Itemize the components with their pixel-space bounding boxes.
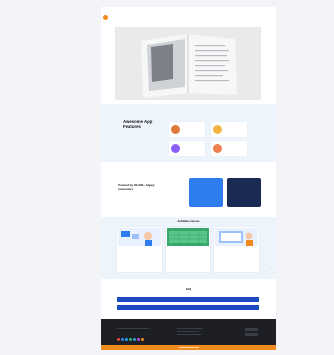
app-store-badge[interactable] [245, 328, 258, 331]
social-icon-3[interactable] [125, 338, 128, 341]
footer-link-line-1[interactable] [177, 328, 203, 329]
chevron-right-icon[interactable]: › [269, 269, 273, 273]
open-book-icon [141, 34, 237, 98]
faq-title: FAQ [185, 288, 192, 291]
course-card-3[interactable] [214, 227, 259, 272]
faq-question-2[interactable] [117, 305, 259, 310]
feature-card-2 [211, 122, 247, 137]
feature-card-3 [169, 141, 205, 156]
stat-card-2 [227, 178, 261, 207]
google-play-badge[interactable] [245, 333, 258, 336]
footer-divider [117, 328, 149, 329]
hero-image [115, 27, 261, 100]
social-icon-6[interactable] [137, 338, 140, 341]
social-icon-5[interactable] [133, 338, 136, 341]
copyright-line [179, 347, 199, 348]
social-icon-2[interactable] [121, 338, 124, 341]
footer [101, 319, 276, 345]
faq-question-1[interactable] [117, 297, 259, 302]
landing-page: Awesome App Features Trusted by 30,000+ … [101, 7, 276, 350]
bottom-bar [101, 345, 276, 350]
course-thumbnail-3 [215, 228, 258, 246]
courses-title: Available courses [177, 220, 200, 223]
footer-link-line-3[interactable] [177, 334, 201, 335]
course-thumbnail-1 [118, 228, 161, 246]
trusted-title: Trusted by 30,000+ happy customers [118, 183, 155, 191]
social-icon-1[interactable] [117, 338, 120, 341]
feature-card-1 [169, 122, 205, 137]
social-icon-4[interactable] [129, 338, 132, 341]
social-icon-7[interactable] [141, 338, 144, 341]
stat-card-1 [189, 178, 223, 207]
logo-icon[interactable] [103, 15, 108, 20]
footer-link-line-2[interactable] [177, 331, 199, 332]
course-card-2[interactable] [166, 227, 210, 272]
feature-card-4 [211, 141, 247, 156]
features-title: Awesome App Features [123, 119, 153, 129]
course-card-1[interactable] [117, 227, 162, 272]
feature-icon-2 [213, 125, 222, 134]
feature-icon-3 [171, 144, 180, 153]
course-thumbnail-2 [167, 228, 209, 246]
feature-icon-4 [213, 144, 222, 153]
feature-icon-1 [171, 125, 180, 134]
